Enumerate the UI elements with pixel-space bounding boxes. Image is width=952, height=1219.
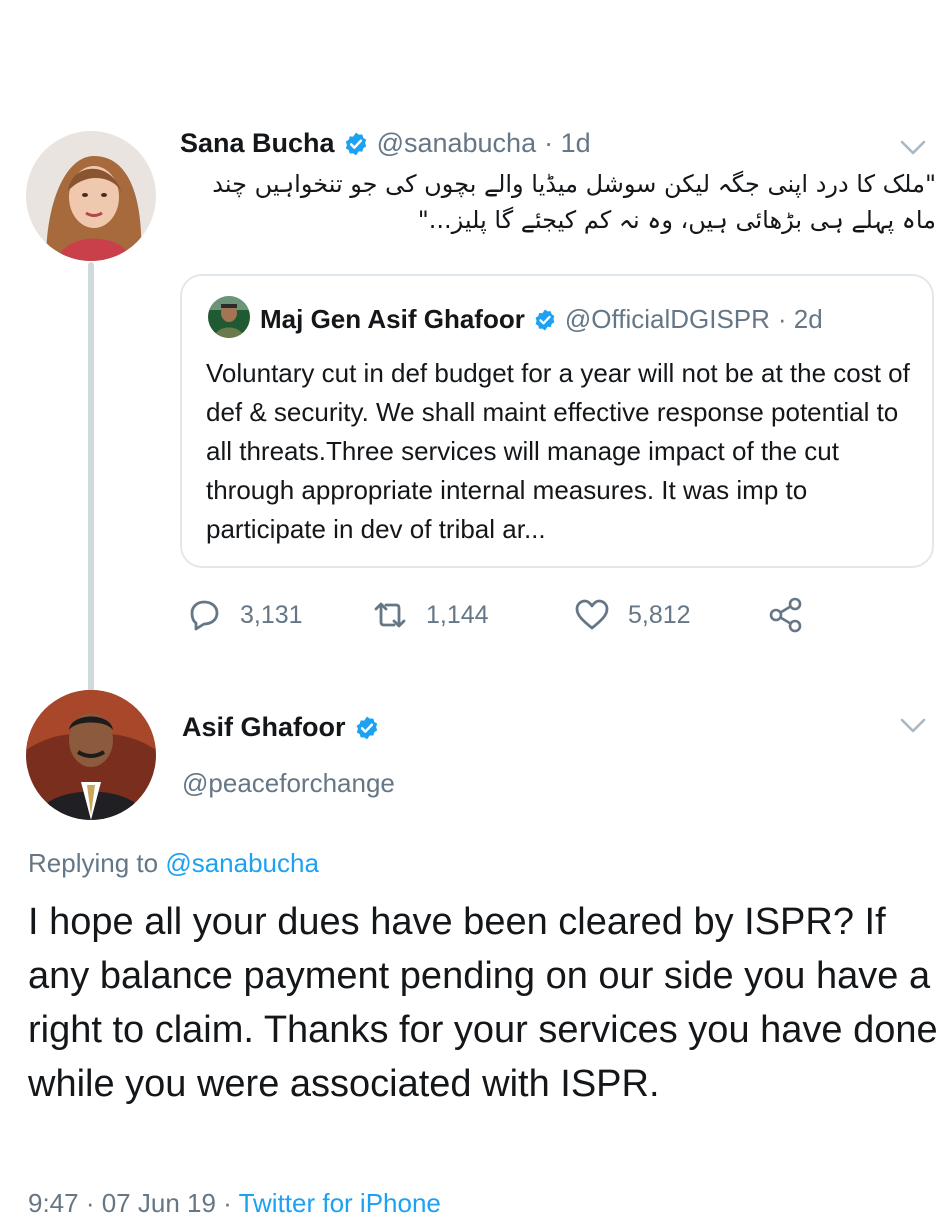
- reply-bubble-icon: [190, 600, 219, 631]
- replying-to-link[interactable]: @sanabucha: [165, 848, 319, 878]
- like-button[interactable]: 5,812: [572, 595, 691, 635]
- asif-avatar[interactable]: [26, 690, 156, 820]
- quote-text: Voluntary cut in def budget for a year w…: [206, 358, 910, 544]
- chevron-down-icon[interactable]: [900, 718, 926, 734]
- quote-handle[interactable]: @OfficialDGISPR: [565, 304, 770, 335]
- retweet-icon: [374, 602, 406, 628]
- uniformed-officer-avatar-icon: [208, 296, 250, 338]
- tweet2-footer: 9:47 · 07 Jun 19 · Twitter for iPhone: [28, 1188, 441, 1219]
- thread-connector-line: [88, 262, 94, 692]
- heart-icon: [575, 599, 609, 630]
- tweet2-author-name[interactable]: Asif Ghafoor: [182, 712, 346, 743]
- quote-author-name[interactable]: Maj Gen Asif Ghafoor: [260, 304, 525, 335]
- retweet-count: 1,144: [426, 600, 489, 629]
- replying-to-prefix: Replying to: [28, 848, 159, 878]
- chevron-down-icon[interactable]: [900, 140, 926, 156]
- replying-to-line: Replying to @sanabucha: [28, 848, 319, 879]
- verified-badge-icon: [535, 309, 555, 330]
- reply-button[interactable]: 3,131: [184, 595, 303, 635]
- tweet1-header: Sana Bucha @sanabucha · 1d: [180, 128, 591, 159]
- tweet1-handle[interactable]: @sanabucha: [377, 128, 537, 159]
- quote-avatar[interactable]: [208, 296, 250, 338]
- share-button[interactable]: [766, 595, 806, 635]
- like-count: 5,812: [628, 600, 691, 629]
- tweet2-timestamp[interactable]: 9:47 · 07 Jun 19 ·: [28, 1188, 232, 1218]
- tweet2-header: Asif Ghafoor: [182, 712, 380, 743]
- tweet1-text: "ملک کا درد اپنی جگہ لیکن سوشل میڈیا وال…: [212, 170, 936, 234]
- tweet2-text: I hope all your dues have been cleared b…: [28, 901, 938, 1105]
- tweet1-author-name[interactable]: Sana Bucha: [180, 128, 335, 159]
- quote-timestamp[interactable]: · 2d: [778, 304, 823, 335]
- quoted-tweet-card[interactable]: Maj Gen Asif Ghafoor @OfficialDGISPR · 2…: [180, 274, 934, 568]
- sana-avatar[interactable]: [26, 131, 156, 261]
- verified-badge-icon: [356, 716, 377, 739]
- retweet-button[interactable]: 1,144: [370, 595, 489, 635]
- man-in-suit-avatar-icon: [26, 690, 156, 820]
- tweet1-timestamp[interactable]: · 1d: [544, 128, 591, 159]
- tweet2-source-link[interactable]: Twitter for iPhone: [239, 1188, 441, 1218]
- verified-badge-icon: [345, 132, 366, 155]
- quote-header: Maj Gen Asif Ghafoor @OfficialDGISPR · 2…: [260, 304, 823, 335]
- share-icon: [769, 597, 802, 633]
- tweet1-action-bar: 3,131 1,144 5,812: [180, 595, 820, 639]
- tweet2-handle[interactable]: @peaceforchange: [182, 768, 395, 799]
- reply-count: 3,131: [240, 600, 303, 629]
- woman-portrait-avatar-icon: [26, 131, 156, 261]
